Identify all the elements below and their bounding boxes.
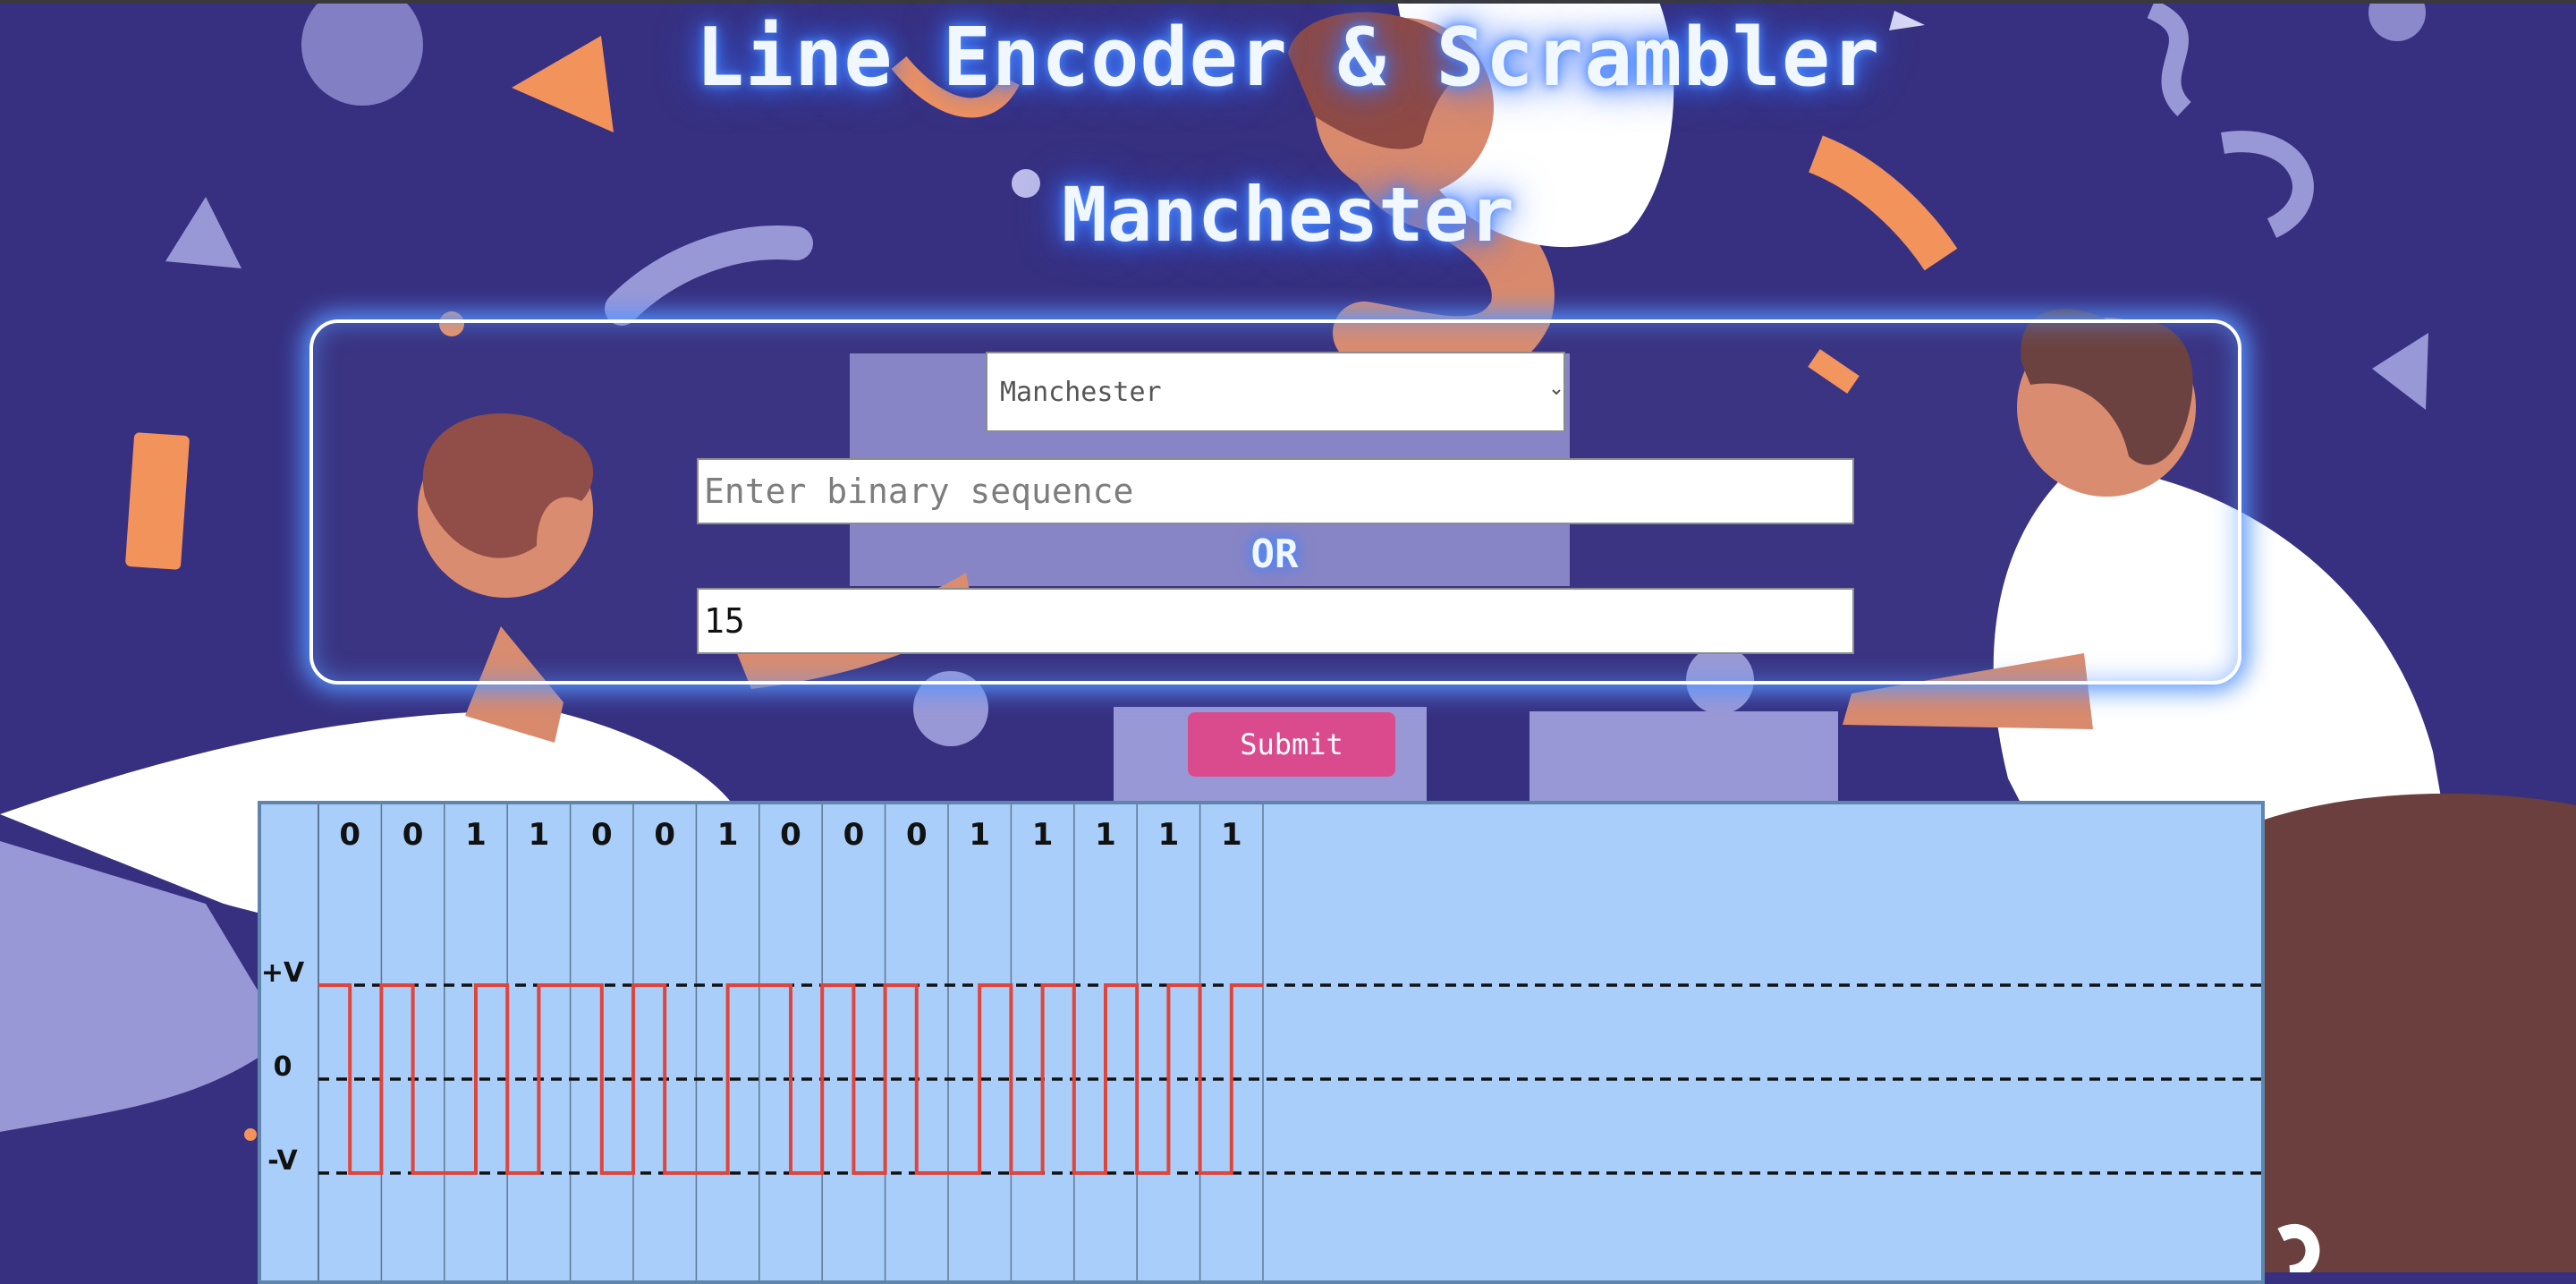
bit-label: 0 <box>843 817 865 853</box>
bit-label: 0 <box>780 817 801 853</box>
encoding-subtitle: Manchester <box>1062 171 1514 259</box>
signal-series-line <box>318 983 1263 1175</box>
submit-button[interactable]: Submit <box>1188 712 1395 777</box>
bit-label: 0 <box>402 817 424 853</box>
bit-label: 0 <box>906 817 928 853</box>
binary-sequence-input[interactable] <box>697 458 1854 524</box>
bit-label: 1 <box>969 817 990 853</box>
bit-label: 1 <box>1158 817 1180 853</box>
bit-label: 1 <box>1221 817 1242 853</box>
bit-label: 1 <box>529 817 550 853</box>
manchester-signal-chart: +V 0 -V 0 0 1 1 0 0 1 0 0 0 1 1 1 1 1 <box>261 804 2261 1280</box>
window-top-rule <box>0 0 2576 4</box>
page-title: Line Encoder & Scrambler <box>695 11 1881 105</box>
or-label: OR <box>1250 531 1299 577</box>
bit-label: 1 <box>717 817 739 853</box>
decimal-number-input[interactable] <box>697 588 1854 654</box>
signal-chart-panel: +V 0 -V 0 0 1 1 0 0 1 0 0 0 1 1 1 1 1 <box>258 801 2265 1284</box>
bit-label: 0 <box>591 817 613 853</box>
encoding-select[interactable]: Manchester <box>986 352 1565 432</box>
bit-label: 1 <box>465 817 487 853</box>
level-label: 0 <box>274 1051 292 1083</box>
level-label: +V <box>261 957 305 989</box>
bit-label: 1 <box>1095 817 1116 853</box>
level-label: -V <box>267 1145 298 1177</box>
bit-label: 0 <box>654 817 675 853</box>
bit-label: 1 <box>1032 817 1054 853</box>
bit-label: 0 <box>339 817 360 853</box>
